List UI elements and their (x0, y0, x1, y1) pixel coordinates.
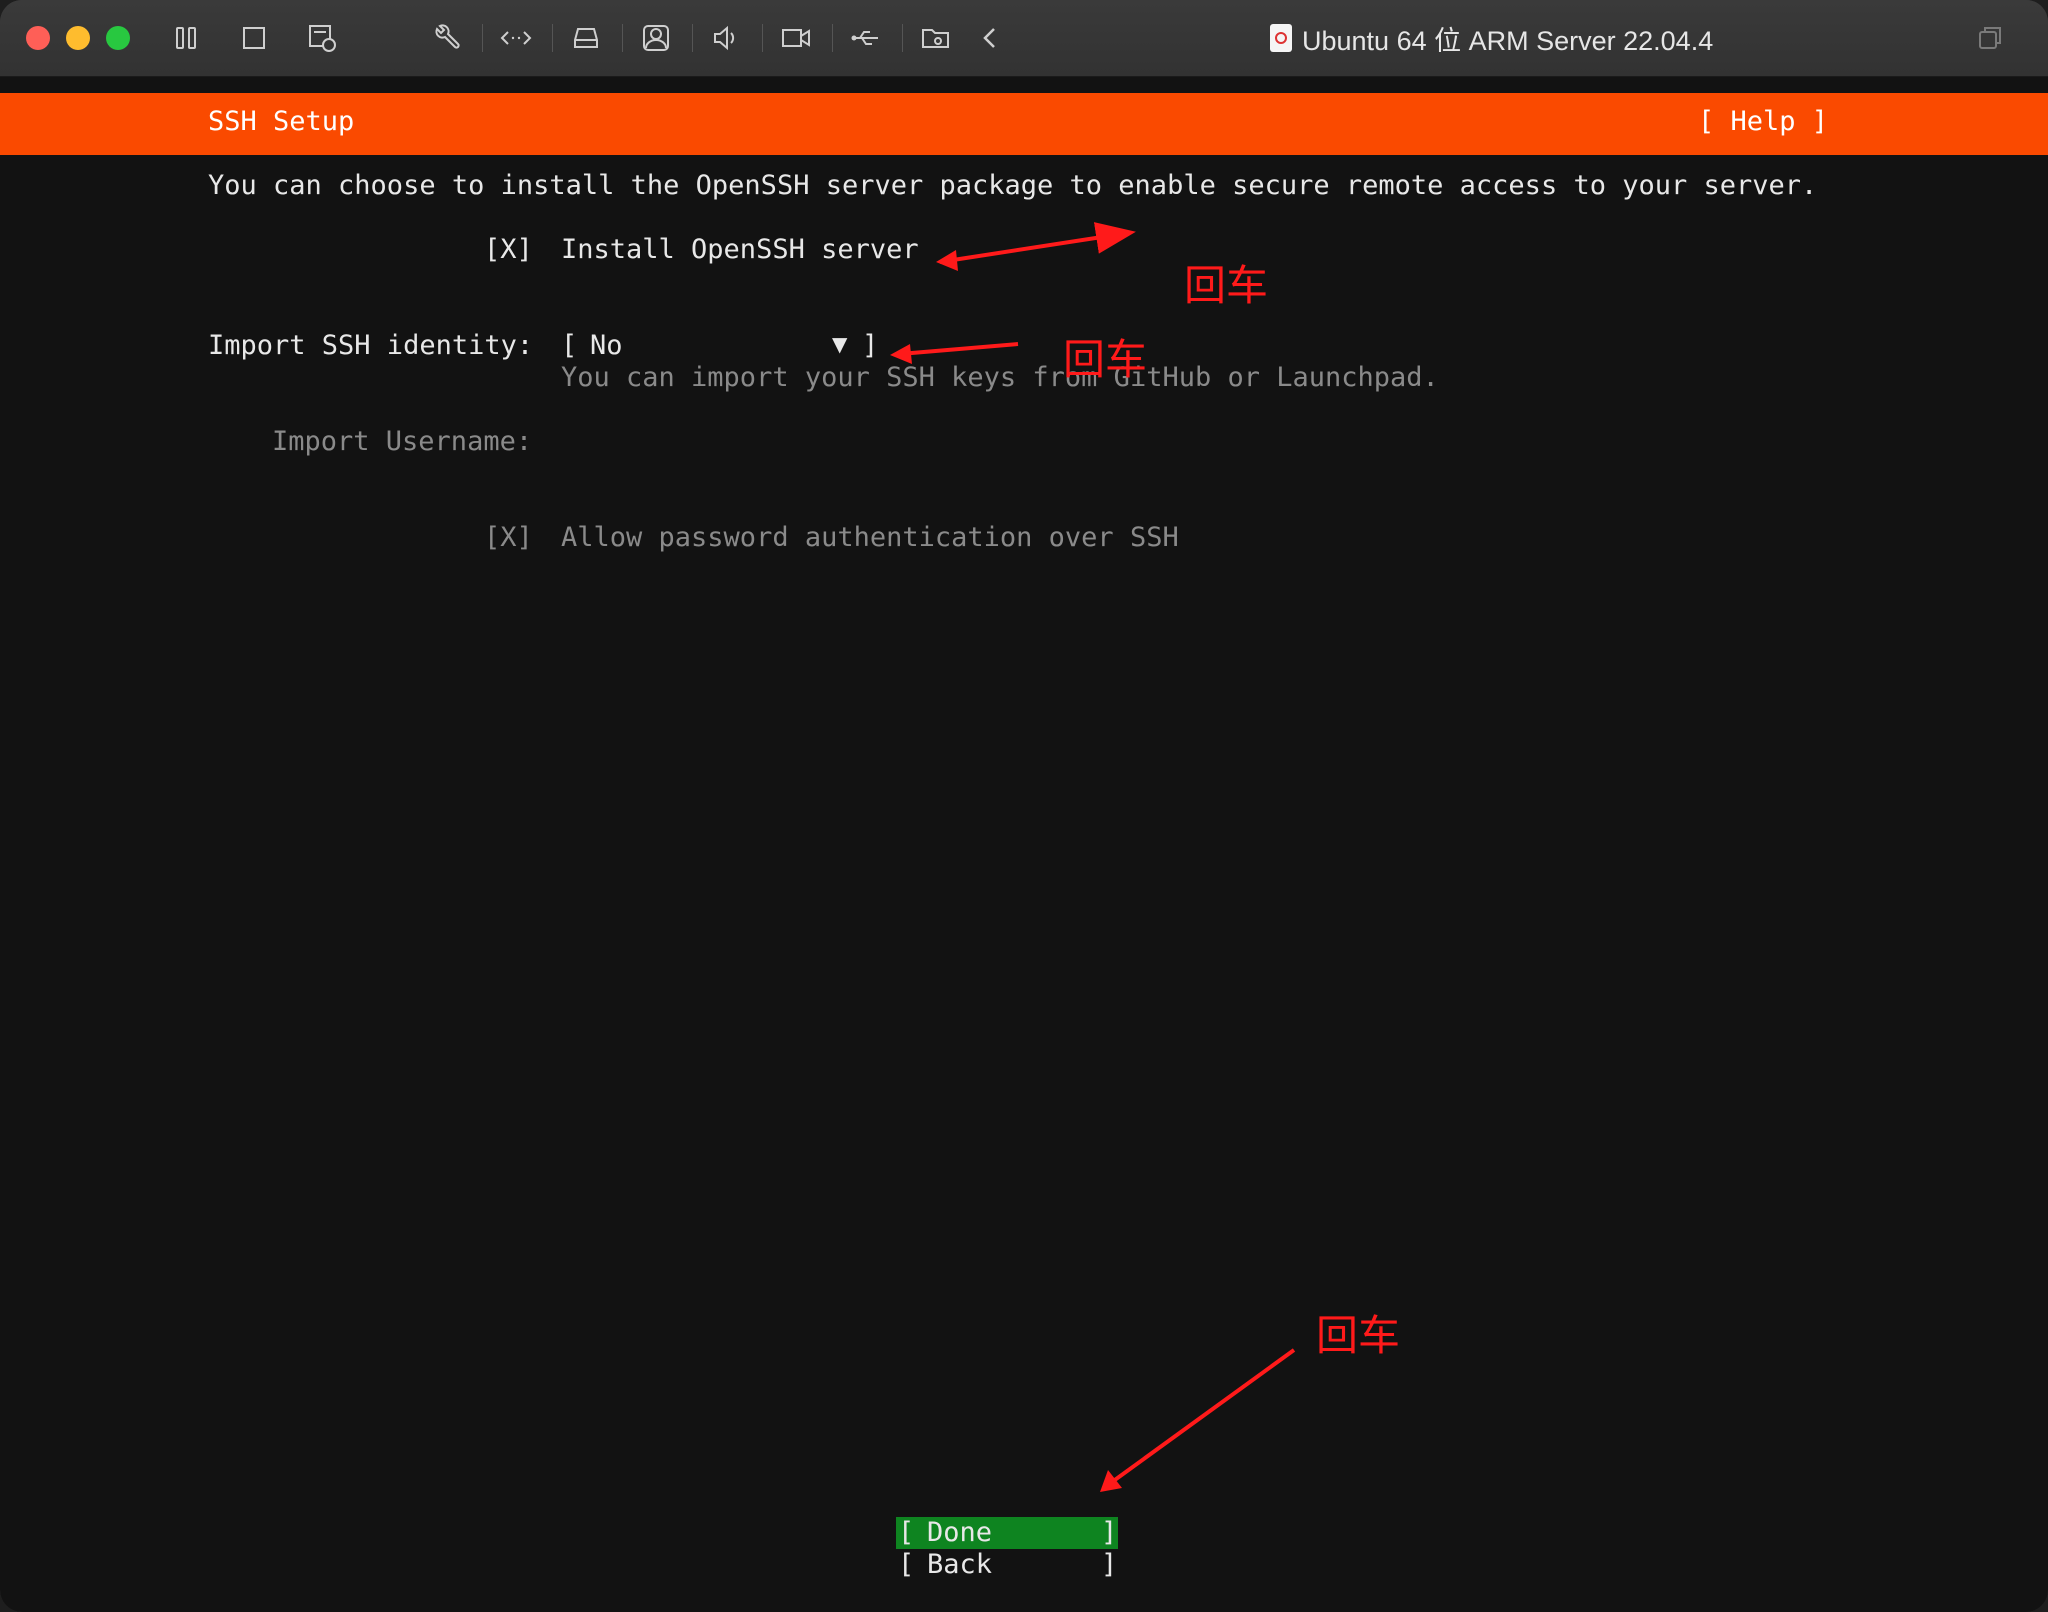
title-bar: Ubuntu 64 位 ARM Server 22.04.4 (0, 0, 2048, 77)
select-value: No (590, 330, 623, 361)
window-title-text: Ubuntu 64 位 ARM Server 22.04.4 (1302, 25, 1714, 56)
vm-document-icon (1270, 24, 1292, 52)
page-title: SSH Setup (208, 106, 355, 137)
install-openssh-checkbox[interactable]: [X] (484, 234, 533, 265)
disk-icon[interactable] (568, 20, 604, 56)
import-identity-label: Import SSH identity: (208, 330, 534, 361)
select-open-bracket: [ (561, 330, 578, 361)
vm-console-screen[interactable]: SSH Setup [ Help ] You can choose to ins… (0, 77, 2048, 1612)
usb-icon[interactable] (848, 20, 884, 56)
chevron-left-icon[interactable] (972, 20, 1008, 56)
code-arrows-icon[interactable] (498, 20, 534, 56)
snapshot-icon[interactable] (304, 20, 340, 56)
back-open-bracket: [ (898, 1549, 915, 1580)
done-label: Done (927, 1517, 993, 1548)
maximize-window-button[interactable] (106, 26, 130, 50)
description-text: You can choose to install the OpenSSH se… (208, 170, 1818, 201)
pause-icon[interactable] (168, 20, 204, 56)
window-title: Ubuntu 64 位 ARM Server 22.04.4 (1270, 18, 1713, 58)
annotation-enter-2: 回车 (1063, 335, 1148, 384)
back-close-bracket: ] (1101, 1549, 1118, 1580)
dropdown-arrow-icon: ▼ (832, 332, 848, 356)
close-window-button[interactable] (26, 26, 50, 50)
done-close-bracket: ] (1101, 1517, 1118, 1548)
stop-icon[interactable] (236, 20, 272, 56)
minimize-window-button[interactable] (66, 26, 90, 50)
import-username-label: Import Username: (272, 426, 533, 457)
back-label: Back (927, 1549, 993, 1580)
annotation-enter-3: 回车 (1316, 1311, 1401, 1360)
import-identity-hint: You can import your SSH keys from GitHub… (561, 362, 1439, 393)
annotation-enter-1: 回车 (1184, 261, 1269, 310)
help-button[interactable]: [ Help ] (1698, 106, 1828, 137)
shared-folder-icon[interactable] (918, 20, 954, 56)
speaker-icon[interactable] (708, 20, 744, 56)
select-close-bracket: ] (862, 330, 879, 361)
vm-window: Ubuntu 64 位 ARM Server 22.04.4 SSH Setup… (0, 0, 2048, 1612)
camera-icon[interactable] (778, 20, 814, 56)
install-openssh-label: Install OpenSSH server (561, 234, 919, 265)
allow-password-checkbox[interactable]: [X] (484, 522, 533, 553)
wrench-icon[interactable] (428, 20, 464, 56)
user-icon[interactable] (638, 20, 674, 56)
fullscreen-icon[interactable] (1972, 20, 2008, 56)
allow-password-label: Allow password authentication over SSH (561, 522, 1179, 553)
done-open-bracket: [ (898, 1517, 915, 1548)
